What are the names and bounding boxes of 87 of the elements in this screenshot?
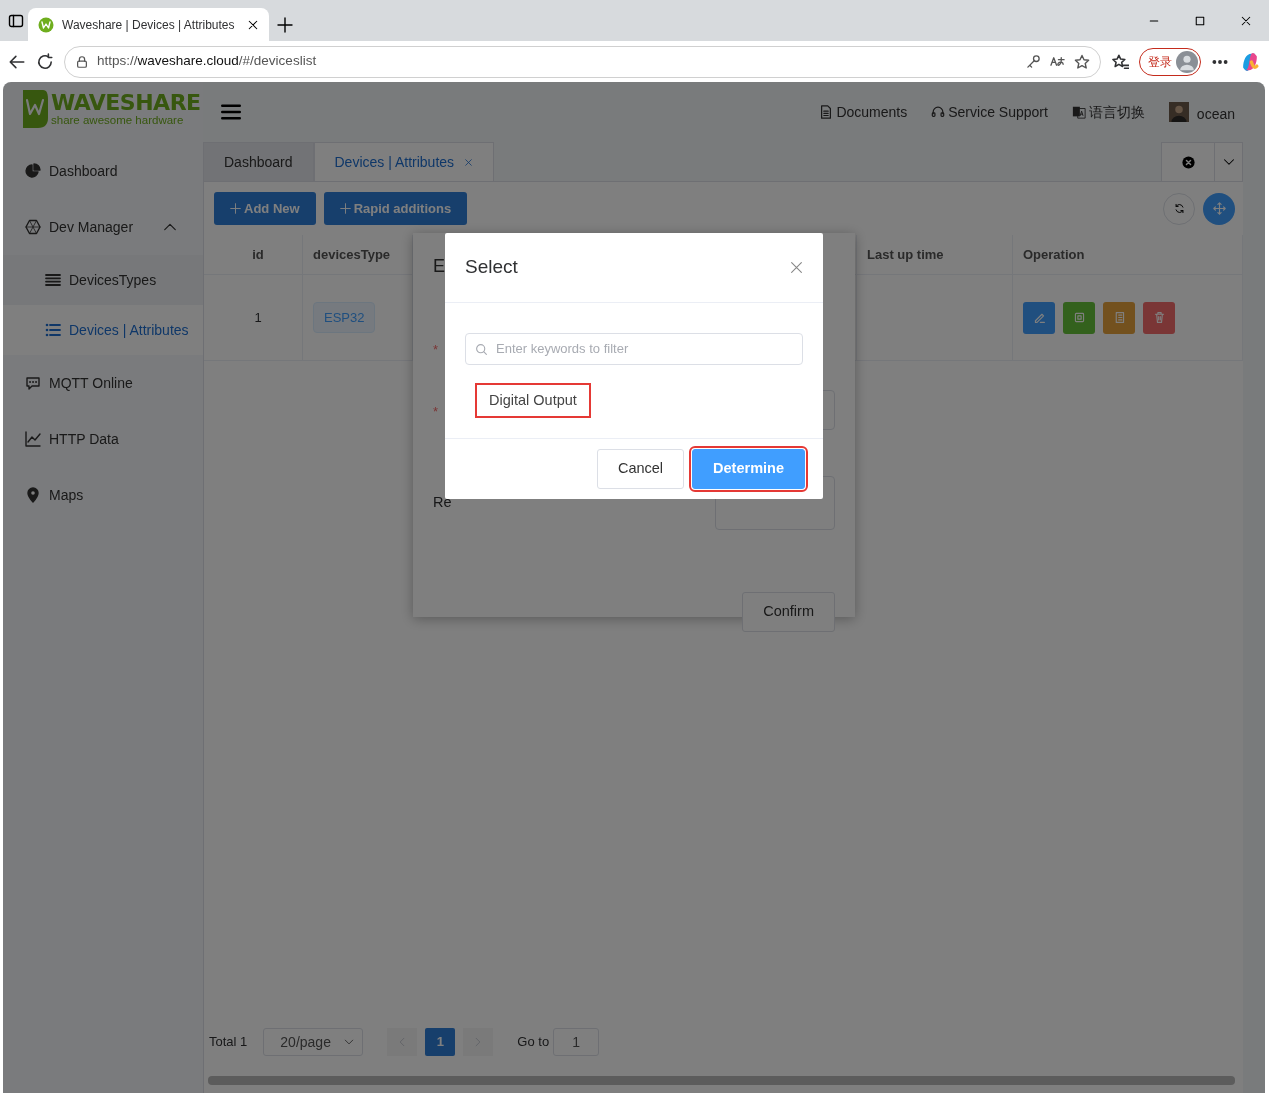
page-size-select[interactable]: 20/page bbox=[263, 1028, 364, 1056]
determine-button[interactable]: Determine bbox=[692, 449, 805, 490]
close-icon bbox=[790, 260, 803, 274]
headset-icon bbox=[931, 105, 946, 119]
required-mark: * bbox=[433, 341, 439, 360]
refresh-icon bbox=[1173, 203, 1185, 214]
close-button[interactable] bbox=[790, 260, 803, 274]
page-tab[interactable]: Devices | Attributes bbox=[313, 142, 495, 181]
map-pin-icon bbox=[25, 487, 41, 503]
menu-button[interactable] bbox=[221, 102, 241, 122]
search-icon bbox=[475, 342, 488, 356]
site-logo-icon bbox=[38, 16, 54, 33]
action-button[interactable] bbox=[1063, 301, 1095, 334]
hexagon-icon bbox=[25, 219, 41, 235]
bulleted-list-icon bbox=[45, 322, 61, 338]
maximize-icon bbox=[1194, 14, 1206, 27]
key-icon[interactable] bbox=[1026, 54, 1041, 69]
required-mark: * bbox=[433, 403, 439, 422]
logo-mark-icon bbox=[21, 88, 49, 130]
favorites-icon[interactable] bbox=[1111, 52, 1129, 71]
header-link[interactable]: 语言切换 bbox=[1071, 101, 1145, 123]
chip-icon bbox=[1072, 311, 1086, 324]
chevron-down-icon bbox=[344, 1037, 355, 1047]
sidebar-item[interactable]: Devices | Attributes bbox=[3, 305, 203, 355]
delete-button[interactable] bbox=[1143, 301, 1175, 334]
close-icon bbox=[247, 18, 259, 31]
cancel-button[interactable]: Cancel bbox=[596, 449, 685, 490]
document-icon bbox=[819, 105, 834, 119]
brand-tagline: share awesome hardware bbox=[51, 113, 185, 127]
scrollbar[interactable] bbox=[208, 1076, 1235, 1085]
column-header: id bbox=[204, 235, 303, 275]
browser-tab[interactable]: Waveshare | Devices | Attributes bbox=[28, 8, 269, 41]
plus-icon bbox=[339, 203, 351, 214]
close-icon bbox=[1240, 14, 1252, 27]
sidebar-item[interactable]: Dashboard bbox=[3, 143, 203, 199]
edit-icon bbox=[1032, 311, 1046, 324]
toolbar-button[interactable]: Add New bbox=[214, 192, 316, 225]
new-tab-button[interactable] bbox=[277, 17, 293, 33]
page-number-field[interactable]: 1 bbox=[553, 1028, 600, 1056]
move-icon bbox=[1212, 202, 1226, 215]
dialog-title: E bbox=[433, 256, 445, 276]
line-chart-icon bbox=[25, 431, 41, 447]
field-label: Re bbox=[433, 493, 452, 513]
trash-icon bbox=[1152, 311, 1166, 324]
close-tab-button[interactable] bbox=[247, 18, 259, 31]
table-cell: 1 bbox=[204, 275, 303, 361]
search-field[interactable]: Enter keywords to filter bbox=[465, 332, 803, 365]
device-type-tag: ESP32 bbox=[313, 301, 376, 334]
chevron-down-icon bbox=[1222, 156, 1235, 168]
chat-bubble-icon bbox=[25, 375, 41, 391]
page-button[interactable]: 1 bbox=[425, 1028, 456, 1056]
read-aloud-icon[interactable] bbox=[1049, 54, 1066, 69]
user-name: ocean bbox=[1196, 104, 1235, 124]
confirm-button[interactable]: Confirm bbox=[742, 592, 835, 632]
total-count: Total 1 bbox=[209, 1033, 248, 1052]
header-link[interactable]: Documents bbox=[819, 101, 908, 123]
goto-label: Go to bbox=[517, 1033, 550, 1052]
header-link[interactable]: Service Support bbox=[931, 101, 1048, 123]
page-tab[interactable]: Dashboard bbox=[203, 142, 314, 181]
column-header: Last up time bbox=[857, 235, 1013, 275]
sidebar-item[interactable]: Dev Manager bbox=[3, 199, 203, 255]
star-icon[interactable] bbox=[1074, 53, 1090, 70]
refresh-button[interactable] bbox=[1163, 192, 1195, 225]
close-circle-icon bbox=[1181, 155, 1195, 169]
toolbar-button[interactable]: Rapid additions bbox=[323, 192, 468, 225]
sign-in-button[interactable]: 登录 bbox=[1139, 47, 1201, 76]
panel-icon bbox=[8, 13, 24, 29]
reload-icon[interactable] bbox=[36, 52, 54, 71]
list-option[interactable]: Digital Output bbox=[475, 382, 591, 419]
avatar-icon bbox=[1168, 102, 1189, 122]
site-info-icon bbox=[75, 54, 89, 69]
profile-avatar-icon bbox=[1176, 50, 1198, 73]
sidebar-item[interactable]: MQTT Online bbox=[3, 355, 203, 411]
column-header: Operation bbox=[1013, 235, 1243, 275]
dialog-title: Select bbox=[465, 255, 518, 279]
url-text: https://waveshare.cloud/#/deviceslist bbox=[97, 52, 318, 71]
brand-name: WAVESHARE bbox=[51, 91, 201, 114]
edit-button[interactable] bbox=[1023, 301, 1055, 334]
language-icon bbox=[1071, 105, 1086, 119]
sidebar-item[interactable]: HTTP Data bbox=[3, 411, 203, 467]
pie-chart-icon bbox=[25, 163, 41, 179]
plus-icon bbox=[230, 203, 241, 214]
plus-icon bbox=[277, 17, 293, 33]
menu-icon bbox=[221, 102, 241, 122]
list-icon bbox=[45, 272, 61, 288]
move-button[interactable] bbox=[1203, 192, 1235, 225]
sidebar-item[interactable]: Maps bbox=[3, 467, 203, 523]
